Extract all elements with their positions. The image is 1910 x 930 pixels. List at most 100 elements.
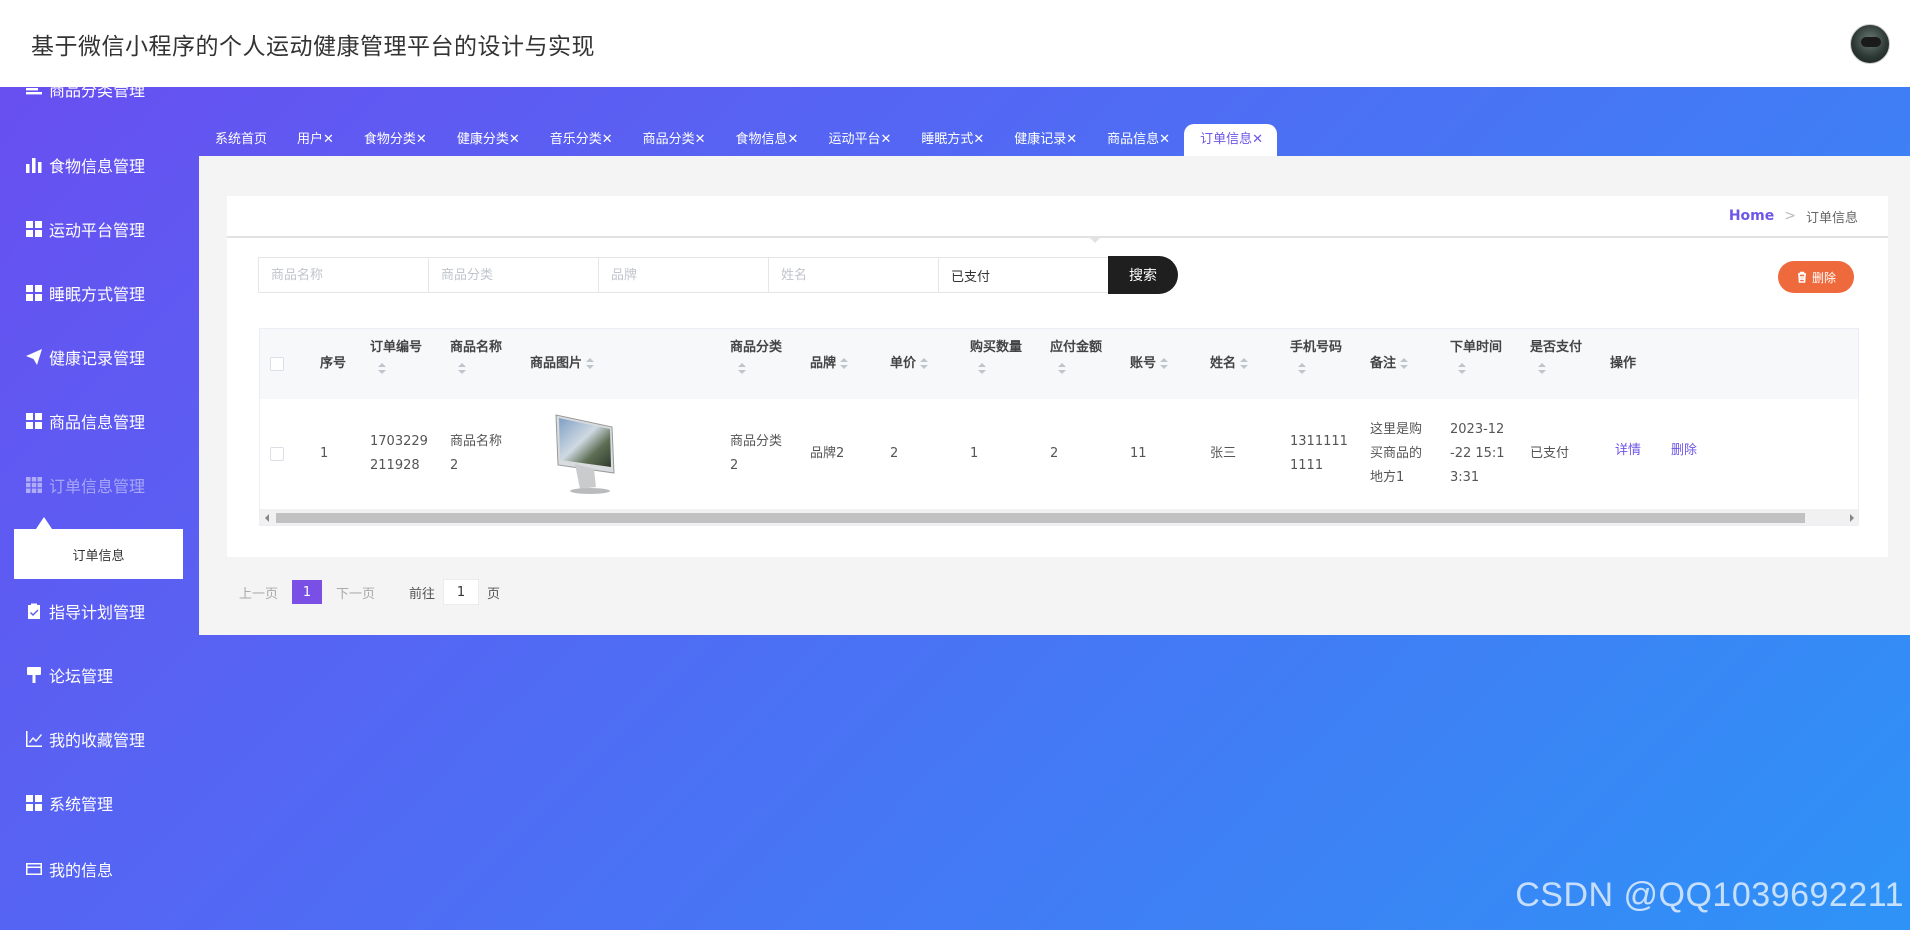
- cell-line: 1311111: [1290, 434, 1348, 449]
- category-input[interactable]: [428, 257, 598, 293]
- tab-health-category[interactable]: 健康分类✕: [441, 124, 534, 156]
- batch-delete-label: 删除: [1811, 270, 1836, 285]
- sort-icon[interactable]: [458, 363, 466, 375]
- tab-food-info[interactable]: 食物信息✕: [720, 124, 813, 156]
- sort-icon[interactable]: [920, 357, 929, 370]
- th-amount[interactable]: 应付金额: [1050, 335, 1102, 375]
- tab-sleep-mode[interactable]: 睡眠方式✕: [905, 124, 998, 156]
- sort-icon[interactable]: [978, 363, 986, 375]
- sidebar-item-label: 我的信息: [49, 861, 114, 880]
- th-label: 姓名: [1210, 356, 1237, 371]
- trash-icon: [1797, 271, 1806, 283]
- search-form: 搜索: [258, 256, 1178, 294]
- row-checkbox[interactable]: [270, 447, 284, 461]
- sidebar-item-sport-platform[interactable]: 运动平台管理: [24, 217, 145, 241]
- sidebar-item-forum[interactable]: 论坛管理: [24, 663, 113, 687]
- cell-line: -22 15:1: [1450, 446, 1505, 461]
- th-order-no[interactable]: 订单编号: [370, 335, 422, 375]
- tab-music-category[interactable]: 音乐分类✕: [534, 124, 627, 156]
- page-number-current[interactable]: 1: [292, 580, 323, 604]
- sidebar-item-guide-plan[interactable]: 指导计划管理: [24, 599, 145, 623]
- sidebar-item-product-category[interactable]: 商品分类管理: [24, 87, 145, 101]
- tab-health-record[interactable]: 健康记录✕: [998, 124, 1091, 156]
- batch-delete-button[interactable]: 删除: [1778, 261, 1854, 293]
- cell-line: 2: [730, 458, 739, 473]
- sort-icon[interactable]: [1538, 363, 1546, 375]
- order-table: 序号 订单编号 商品名称 商品图片 商品分类 品牌 单价 购买数量 应付金额 账…: [259, 328, 1859, 526]
- tab-product-info[interactable]: 商品信息✕: [1091, 124, 1184, 156]
- breadcrumb-home[interactable]: Home: [1729, 208, 1774, 224]
- th-category[interactable]: 商品分类: [730, 335, 782, 375]
- cell-product-name: 商品名称 2: [450, 430, 502, 478]
- cell-line: 1111: [1290, 458, 1324, 473]
- tab-order-info[interactable]: 订单信息✕: [1184, 124, 1277, 156]
- product-image[interactable]: [550, 407, 622, 495]
- sort-icon[interactable]: [738, 363, 746, 375]
- th-paid[interactable]: 是否支付: [1530, 335, 1582, 375]
- sidebar-item-sleep-mode[interactable]: 睡眠方式管理: [24, 281, 145, 305]
- sidebar-item-order-info[interactable]: 订单信息管理: [24, 473, 145, 497]
- name-input[interactable]: [768, 257, 938, 293]
- sort-icon[interactable]: [378, 363, 386, 375]
- sort-icon[interactable]: [586, 357, 595, 370]
- brand-input[interactable]: [598, 257, 768, 293]
- avatar[interactable]: [1850, 23, 1890, 64]
- tab-home[interactable]: 系统首页: [199, 124, 281, 156]
- paid-status-input[interactable]: [938, 257, 1108, 293]
- th-price[interactable]: 单价: [890, 351, 929, 377]
- search-button[interactable]: 搜索: [1108, 256, 1178, 294]
- sidebar-item-system[interactable]: 系统管理: [24, 791, 113, 815]
- th-quantity[interactable]: 购买数量: [970, 335, 1022, 375]
- clipboard-check-icon: [24, 602, 43, 621]
- cell-brand: 品牌2: [810, 446, 845, 461]
- th-name[interactable]: 姓名: [1210, 351, 1249, 377]
- sidebar-item-label: 运动平台管理: [49, 221, 146, 240]
- tab-product-category[interactable]: 商品分类✕: [627, 124, 720, 156]
- goto-page-input[interactable]: [443, 579, 480, 605]
- scroll-left-icon[interactable]: [265, 514, 269, 522]
- sidebar-item-food-info[interactable]: 食物信息管理: [24, 153, 145, 177]
- delete-link[interactable]: 删除: [1671, 439, 1697, 463]
- cell-amount: 2: [1050, 446, 1059, 461]
- sidebar-item-label: 食物信息管理: [49, 157, 146, 176]
- content-panel: Home > 订单信息 搜索 删除 序号 订单编号 商品名称 商品图片 商品分类: [227, 196, 1888, 557]
- paper-plane-icon: [24, 348, 43, 367]
- sort-icon[interactable]: [840, 357, 849, 370]
- product-name-input[interactable]: [258, 257, 428, 293]
- horizontal-scrollbar[interactable]: [260, 509, 1858, 525]
- sidebar-item-product-info[interactable]: 商品信息管理: [24, 409, 145, 433]
- th-brand[interactable]: 品牌: [810, 351, 849, 377]
- tab-food-category[interactable]: 食物分类✕: [348, 124, 441, 156]
- th-product-name[interactable]: 商品名称: [450, 335, 502, 375]
- prev-page-button[interactable]: 上一页: [239, 583, 278, 602]
- th-label: 账号: [1130, 356, 1157, 371]
- th-phone[interactable]: 手机号码: [1290, 335, 1342, 375]
- sidebar-item-my-info[interactable]: 我的信息: [24, 857, 113, 881]
- sidebar-item-favorites[interactable]: 我的收藏管理: [24, 727, 145, 751]
- detail-link[interactable]: 详情: [1615, 439, 1641, 463]
- th-label: 商品图片: [530, 356, 583, 371]
- breadcrumb-current: 订单信息: [1805, 210, 1858, 226]
- app-header: 基于微信小程序的个人运动健康管理平台的设计与实现: [0, 0, 1910, 87]
- select-all-checkbox[interactable]: [270, 357, 284, 371]
- submenu-item-order-info[interactable]: 订单信息: [14, 529, 183, 579]
- sort-icon[interactable]: [1240, 357, 1249, 370]
- tab-sport-platform[interactable]: 运动平台✕: [812, 124, 905, 156]
- sort-icon[interactable]: [1160, 357, 1169, 370]
- sort-icon[interactable]: [1058, 363, 1066, 375]
- sidebar-item-health-record[interactable]: 健康记录管理: [24, 345, 145, 369]
- sort-icon[interactable]: [1400, 357, 1409, 370]
- next-page-button[interactable]: 下一页: [336, 583, 375, 602]
- cell-line: 商品分类: [730, 434, 783, 449]
- sort-icon[interactable]: [1298, 363, 1306, 375]
- th-remark[interactable]: 备注: [1370, 351, 1409, 377]
- pagination: 上一页 1 下一页 前往 页: [239, 579, 500, 605]
- sidebar-item-label: 订单信息管理: [49, 477, 146, 496]
- th-account[interactable]: 账号: [1130, 351, 1169, 377]
- th-order-time[interactable]: 下单时间: [1450, 335, 1502, 375]
- sort-icon[interactable]: [1458, 363, 1466, 375]
- scroll-thumb[interactable]: [276, 513, 1805, 523]
- scroll-right-icon[interactable]: [1850, 514, 1854, 522]
- th-product-image[interactable]: 商品图片: [530, 351, 595, 377]
- tab-user[interactable]: 用户✕: [281, 124, 348, 156]
